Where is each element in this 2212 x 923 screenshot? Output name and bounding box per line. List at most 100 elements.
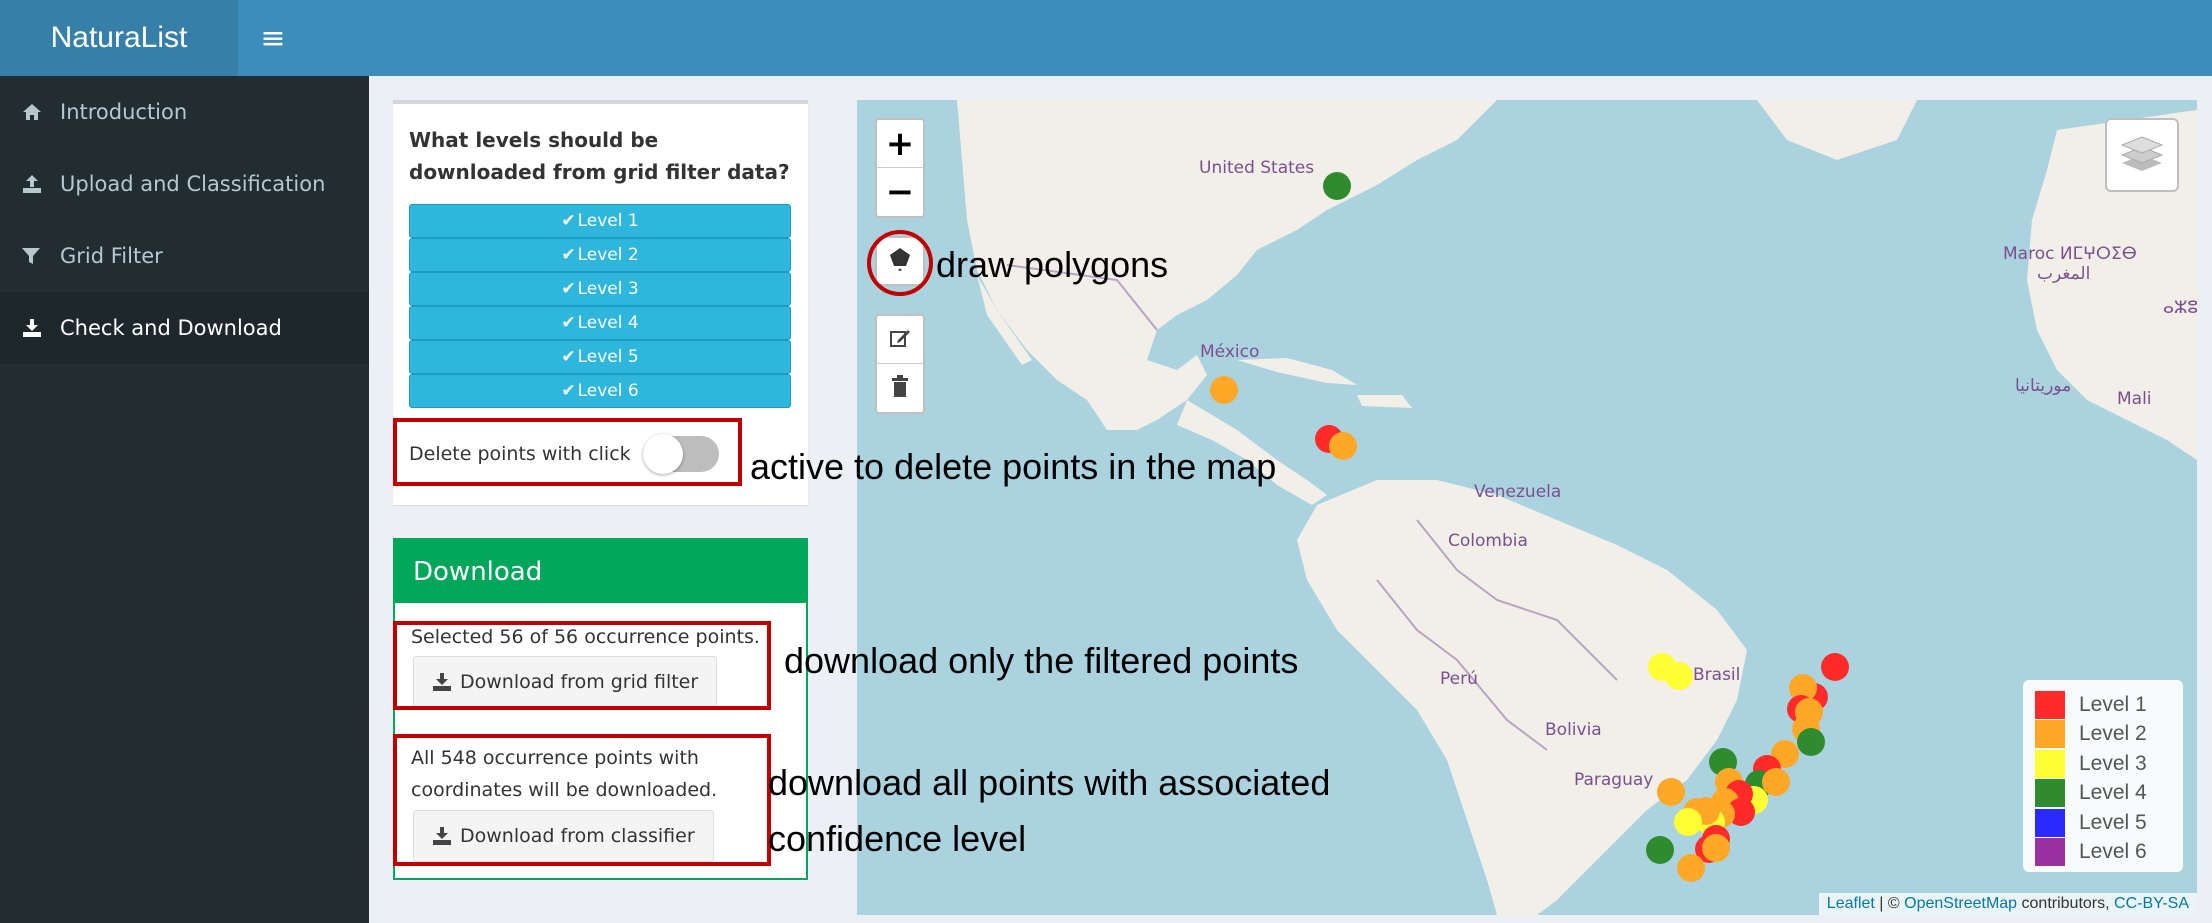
legend-item: Level 3 [2035, 749, 2171, 779]
zoom-out-button[interactable]: − [877, 168, 923, 216]
legend-item: Level 5 [2035, 808, 2171, 838]
map-attribution: Leaflet | © OpenStreetMap contributors, … [1818, 893, 2197, 915]
sidebar-item-label: Upload and Classification [60, 172, 326, 196]
annotation-all-download-2: confidence level [768, 818, 1027, 859]
trash-icon [890, 375, 910, 401]
occurrence-point[interactable] [1821, 653, 1849, 681]
leaflet-link[interactable]: Leaflet [1827, 895, 1875, 912]
osm-link[interactable]: OpenStreetMap [1904, 895, 2017, 912]
edit-icon [889, 327, 911, 353]
legend-swatch [2035, 838, 2065, 867]
occurrence-point[interactable] [1210, 376, 1238, 404]
sidebar-item-upload[interactable]: Upload and Classification [0, 148, 369, 220]
download-icon [22, 319, 60, 337]
license-link[interactable]: CC-BY-SA [2114, 895, 2189, 912]
occurrence-point[interactable] [1702, 834, 1730, 862]
layers-icon [2120, 133, 2164, 177]
zoom-control: + − [875, 118, 925, 218]
annotation-box-toggle [393, 418, 742, 486]
level-3-option[interactable]: ✔ Level 3 [409, 272, 791, 306]
upload-icon [22, 175, 60, 193]
legend-item: Level 6 [2035, 838, 2171, 868]
filter-icon [22, 247, 60, 265]
place-label: Brasil [1693, 665, 1741, 685]
legend-label: Level 4 [2079, 781, 2147, 805]
sidebar: Introduction Upload and Classification G… [0, 76, 369, 923]
legend-swatch [2035, 690, 2065, 719]
place-label: México [1200, 342, 1260, 362]
map-legend: Level 1 Level 2 Level 3 Level 4 Level 5 … [2023, 680, 2183, 872]
level-label: Level 2 [577, 245, 639, 265]
place-label: ⴰⵣⵓ [2163, 298, 2197, 318]
level-4-option[interactable]: ✔ Level 4 [409, 306, 791, 340]
place-label: موريتانيا [2015, 376, 2072, 396]
occurrence-point[interactable] [1323, 172, 1351, 200]
legend-swatch [2035, 720, 2065, 749]
home-icon [22, 103, 60, 121]
annotation-delete-points: active to delete points in the map [750, 446, 1277, 487]
attribution-sep: | © [1874, 895, 1905, 912]
place-label: Maroc ⵍⵎⵖⵔⵉⴱ [2003, 244, 2137, 264]
legend-swatch [2035, 808, 2065, 837]
edit-control [875, 314, 925, 414]
sidebar-item-grid-filter[interactable]: Grid Filter [0, 220, 369, 292]
sidebar-item-label: Check and Download [60, 316, 282, 340]
occurrence-point[interactable] [1674, 808, 1702, 836]
check-icon: ✔ [561, 279, 576, 299]
annotation-box-classifier-download [393, 734, 771, 866]
annotation-draw-polygons: draw polygons [936, 244, 1169, 285]
legend-label: Level 3 [2079, 751, 2147, 775]
occurrence-point[interactable] [1329, 432, 1357, 460]
sidebar-item-label: Grid Filter [60, 244, 163, 268]
annotation-box-grid-download [393, 621, 771, 710]
annotation-all-download-1: download all points with associated [768, 762, 1331, 803]
legend-label: Level 6 [2079, 840, 2147, 864]
edit-layers-button[interactable] [877, 316, 923, 364]
place-label: Colombia [1448, 531, 1528, 551]
place-label: Venezuela [1474, 482, 1562, 502]
levels-selector: ✔ Level 1 ✔ Level 2 ✔ Level 3 ✔ Level 4 ✔ Lev… [409, 204, 791, 408]
place-label: Paraguay [1574, 770, 1654, 790]
level-label: Level 5 [577, 347, 639, 367]
level-label: Level 1 [577, 211, 639, 231]
place-label: Bolivia [1545, 720, 1602, 740]
level-5-option[interactable]: ✔ Level 5 [409, 340, 791, 374]
level-2-option[interactable]: ✔ Level 2 [409, 238, 791, 272]
sidebar-item-check-download[interactable]: Check and Download [0, 292, 369, 364]
check-icon: ✔ [561, 313, 576, 333]
zoom-in-button[interactable]: + [877, 120, 923, 168]
place-label: المغرب [2037, 264, 2091, 284]
place-label: Perú [1440, 669, 1478, 689]
check-icon: ✔ [561, 381, 576, 401]
occurrence-point[interactable] [1646, 836, 1674, 864]
level-6-option[interactable]: ✔ Level 6 [409, 374, 791, 408]
hamburger-icon[interactable]: ≡ [238, 0, 308, 76]
occurrence-point[interactable] [1657, 778, 1685, 806]
check-icon: ✔ [561, 211, 576, 231]
occurrence-point[interactable] [1665, 662, 1693, 690]
levels-question: What levels should be downloaded from gr… [409, 128, 790, 184]
legend-item: Level 1 [2035, 690, 2171, 720]
app-logo[interactable]: NaturaList [0, 0, 238, 76]
occurrence-point[interactable] [1677, 854, 1705, 882]
occurrence-point[interactable] [1797, 728, 1825, 756]
legend-swatch [2035, 779, 2065, 808]
check-icon: ✔ [561, 245, 576, 265]
annotation-filtered-download: download only the filtered points [784, 640, 1299, 681]
check-icon: ✔ [561, 347, 576, 367]
sidebar-item-introduction[interactable]: Introduction [0, 76, 369, 148]
layers-control[interactable] [2105, 118, 2179, 192]
legend-label: Level 1 [2079, 692, 2147, 716]
legend-swatch [2035, 749, 2065, 778]
place-label: United States [1199, 158, 1315, 178]
download-box-title: Download [395, 540, 806, 603]
legend-item: Level 2 [2035, 720, 2171, 750]
top-header: NaturaList ≡ [0, 0, 2212, 76]
level-label: Level 6 [577, 381, 639, 401]
annotation-circle-draw [867, 230, 933, 296]
delete-layers-button[interactable] [877, 364, 923, 412]
occurrence-point[interactable] [1762, 768, 1790, 796]
legend-item: Level 4 [2035, 779, 2171, 809]
level-1-option[interactable]: ✔ Level 1 [409, 204, 791, 238]
legend-label: Level 2 [2079, 722, 2147, 746]
